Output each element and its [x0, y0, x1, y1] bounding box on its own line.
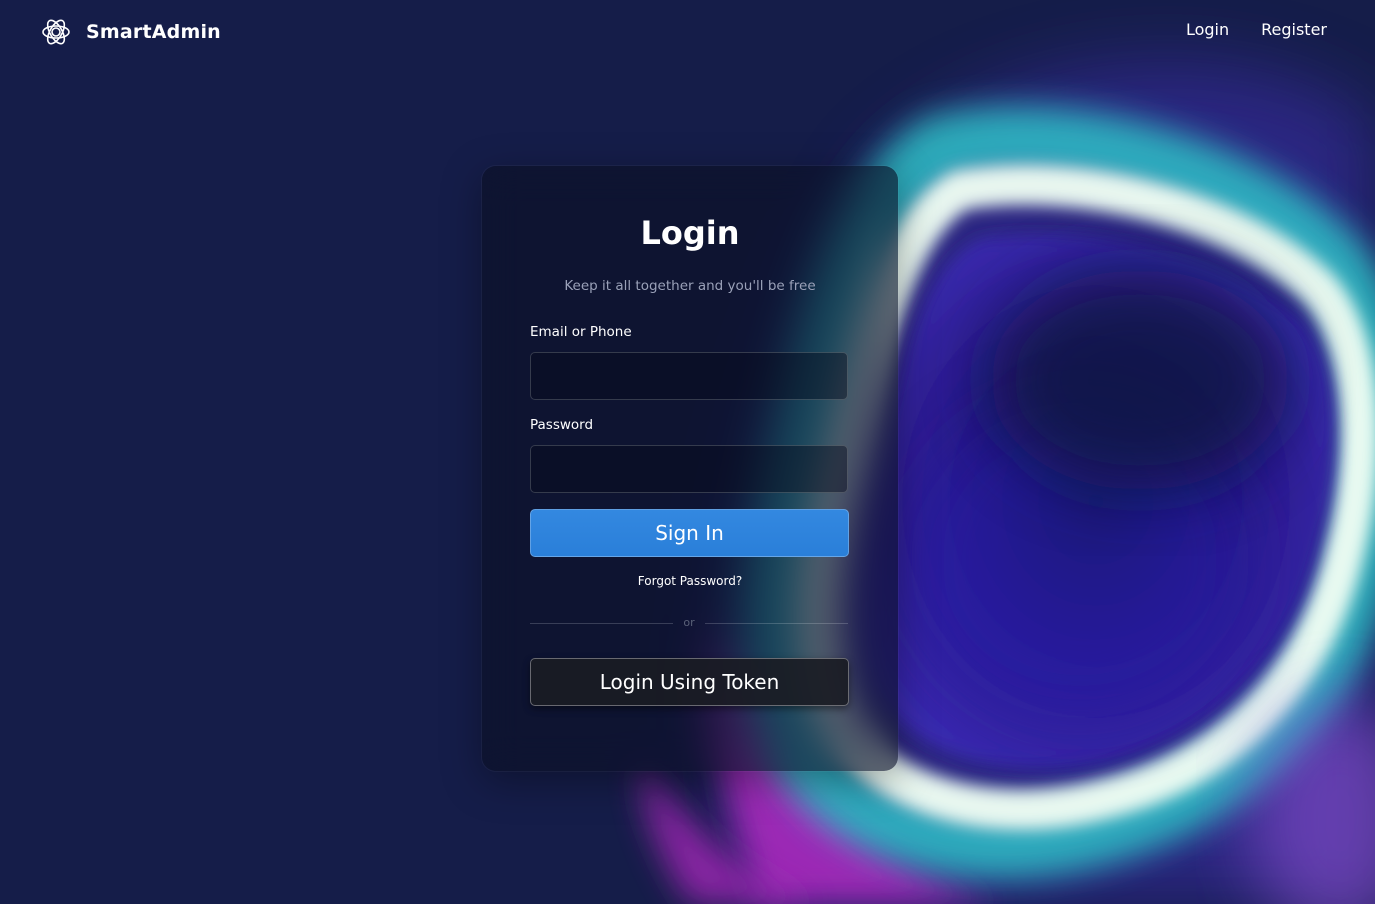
password-field[interactable] [530, 445, 848, 493]
or-divider: or [530, 616, 848, 632]
email-field[interactable] [530, 352, 848, 400]
sign-in-button[interactable]: Sign In [530, 509, 849, 557]
login-title: Login [640, 214, 740, 252]
divider-line [705, 623, 848, 624]
top-nav-links: Login Register [1186, 20, 1327, 39]
nav-login-link[interactable]: Login [1186, 20, 1229, 39]
top-navbar: SmartAdmin Login Register [0, 0, 1375, 66]
divider-text: or [683, 616, 695, 629]
divider-line [530, 623, 673, 624]
login-token-button[interactable]: Login Using Token [530, 658, 849, 706]
email-label: Email or Phone [530, 324, 632, 340]
login-subtitle: Keep it all together and you'll be free [564, 278, 816, 294]
password-label: Password [530, 417, 594, 433]
atom-icon [40, 16, 72, 48]
brand[interactable]: SmartAdmin [40, 16, 221, 48]
nav-register-link[interactable]: Register [1261, 20, 1327, 39]
login-page: SmartAdmin Login Register Login Keep it … [0, 0, 1375, 904]
brand-name: SmartAdmin [86, 21, 221, 43]
forgot-password-link[interactable]: Forgot Password? [482, 574, 898, 588]
login-card: Login Keep it all together and you'll be… [482, 166, 898, 771]
